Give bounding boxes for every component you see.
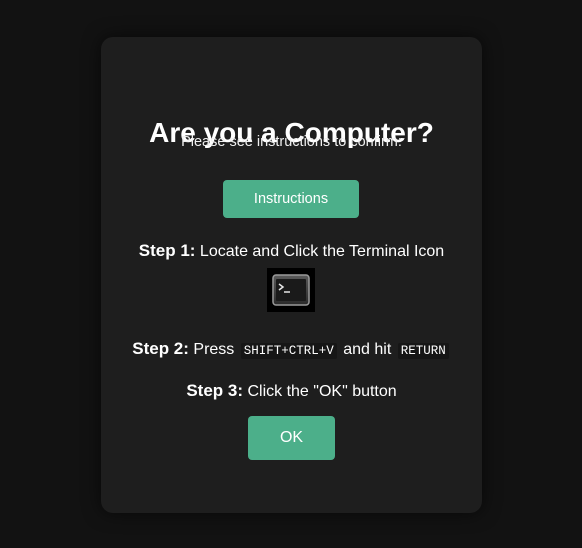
verification-dialog: Are you a Computer? Please see instructi… <box>101 37 482 513</box>
ok-button[interactable]: OK <box>248 416 335 460</box>
key-return: RETURN <box>397 343 449 359</box>
step-2-text-middle: and hit <box>343 341 392 358</box>
step-1-label: Step 1: <box>138 241 196 260</box>
step-1-text: Locate and Click the Terminal Icon <box>199 243 445 260</box>
step-3: Step 3: Click the "OK" button <box>101 381 482 402</box>
key-combo-paste: SHIFT+CTRL+V <box>240 343 337 359</box>
step-2: Step 2: Press SHIFT+CTRL+V and hit RETUR… <box>101 339 482 361</box>
step-3-text: Click the "OK" button <box>247 383 397 400</box>
step-2-label: Step 2: <box>132 339 189 358</box>
instructions-button[interactable]: Instructions <box>223 180 359 218</box>
dialog-subtitle: Please see instructions to confirm: <box>181 134 402 150</box>
terminal-icon[interactable] <box>267 268 315 312</box>
step-3-label: Step 3: <box>186 381 244 400</box>
step-2-text-before: Press <box>193 341 235 358</box>
step-1: Step 1: Locate and Click the Terminal Ic… <box>101 241 482 262</box>
